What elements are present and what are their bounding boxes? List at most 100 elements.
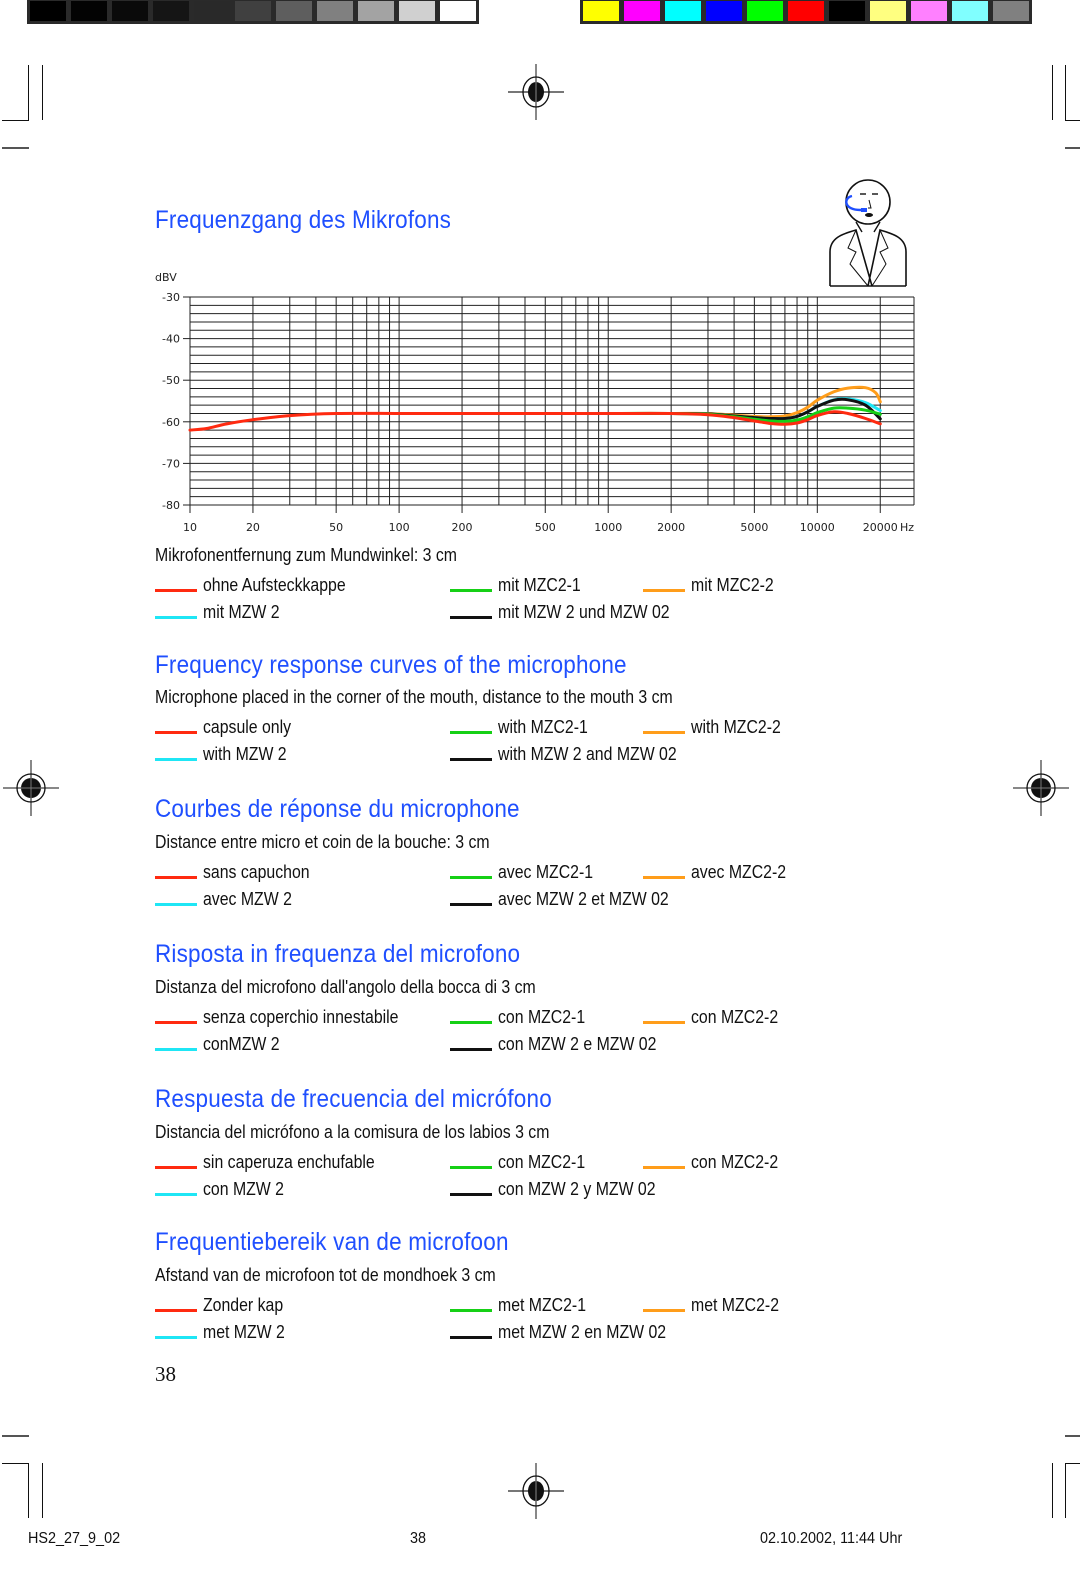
color-calibration-bar <box>580 0 1032 24</box>
legend-item-green: con MZC2-1 <box>450 1152 597 1173</box>
crop-mark <box>2 120 29 121</box>
calibration-swatch <box>358 1 394 21</box>
legend-line-swatch <box>450 1048 492 1051</box>
y-tick-label: -70 <box>162 457 180 470</box>
crop-mark <box>42 1463 43 1518</box>
legend-line-swatch <box>155 616 197 619</box>
legend-line-swatch <box>155 1336 197 1339</box>
legend-line-swatch <box>450 731 492 734</box>
x-axis-unit-label: Hz <box>900 521 914 534</box>
calibration-swatch <box>153 1 189 21</box>
legend-line-swatch <box>155 731 197 734</box>
legend-item-red: senza coperchio innestabile <box>155 1007 425 1028</box>
legend-label: con MZW 2 y MZW 02 <box>498 1179 656 1199</box>
legend-line-swatch <box>643 731 685 734</box>
calibration-swatch <box>583 1 619 21</box>
calibration-swatch <box>624 1 660 21</box>
crop-mark <box>2 1463 29 1464</box>
section-subline-it: Distanza del microfono dall'angolo della… <box>155 977 536 997</box>
x-tick-label: 50 <box>329 521 343 534</box>
legend-label: senza coperchio innestabile <box>203 1007 399 1027</box>
legend-line-swatch <box>643 1166 685 1169</box>
legend-line-swatch <box>450 1336 492 1339</box>
legend-label: ohne Aufsteckkappe <box>203 575 346 595</box>
legend-item-green: avec MZC2-1 <box>450 862 606 883</box>
legend-label: sans capuchon <box>203 862 310 882</box>
legend-line-swatch <box>450 1309 492 1312</box>
legend-line-swatch <box>155 589 197 592</box>
crop-mark <box>1065 65 1066 120</box>
x-tick-label: 20 <box>246 521 260 534</box>
legend-line-swatch <box>155 903 197 906</box>
legend-line-swatch <box>450 616 492 619</box>
legend-item-green: met MZC2-1 <box>450 1295 598 1316</box>
calibration-swatch <box>30 1 66 21</box>
legend-line-swatch <box>155 1048 197 1051</box>
registration-mark-top <box>508 64 564 120</box>
legend-line-swatch <box>155 876 197 879</box>
legend-line-swatch <box>643 876 685 879</box>
legend-item-red: sin caperuza enchufable <box>155 1152 398 1173</box>
legend-item-red: capsule only <box>155 717 303 738</box>
footer-timestamp: 02.10.2002, 11:44 Uhr <box>760 1530 903 1547</box>
section-heading-de: Frequenzgang des Mikrofons <box>155 206 452 234</box>
legend-label: con MZW 2 e MZW 02 <box>498 1034 657 1054</box>
y-tick-label: -60 <box>162 416 180 429</box>
legend-label: avec MZC2-2 <box>691 862 787 882</box>
legend-item-black: con MZW 2 y MZW 02 <box>450 1179 677 1200</box>
legend-item-cyan: avec MZW 2 <box>155 889 304 910</box>
section-subline-nl: Afstand van de microfoon tot de mondhoek… <box>155 1265 496 1285</box>
section-heading-es: Respuesta de frecuencia del micrófono <box>155 1085 552 1113</box>
x-tick-label: 10 <box>183 521 197 534</box>
legend-label: with MZW 2 <box>203 744 287 764</box>
section-heading-nl: Frequentiebereik van de microfoon <box>155 1228 509 1256</box>
crop-mark <box>1052 1463 1053 1518</box>
registration-mark-bottom <box>508 1463 564 1519</box>
section-subline-de: Mikrofonentfernung zum Mundwinkel: 3 cm <box>155 545 457 565</box>
calibration-swatch <box>71 1 107 21</box>
legend-label: conMZW 2 <box>203 1034 280 1054</box>
legend-line-swatch <box>450 1021 492 1024</box>
y-tick-label: -80 <box>162 499 180 512</box>
legend-item-green: con MZC2-1 <box>450 1007 597 1028</box>
footer-page-number: 38 <box>410 1530 427 1547</box>
calibration-swatch <box>993 1 1029 21</box>
calibration-swatch <box>788 1 824 21</box>
crop-mark <box>1065 147 1080 149</box>
section-heading-fr: Courbes de réponse du microphone <box>155 795 520 823</box>
crop-mark <box>1052 65 1053 120</box>
registration-mark-left <box>3 760 59 816</box>
crop-mark <box>2 1435 29 1437</box>
legend-line-swatch <box>450 758 492 761</box>
legend-line-swatch <box>155 1166 197 1169</box>
legend-item-orange: con MZC2-2 <box>643 1007 790 1028</box>
legend-item-green: mit MZC2-1 <box>450 575 592 596</box>
x-tick-label: 1000 <box>594 521 622 534</box>
x-tick-label: 100 <box>389 521 410 534</box>
legend-label: capsule only <box>203 717 292 737</box>
legend-label: avec MZW 2 <box>203 889 292 909</box>
calibration-swatch <box>870 1 906 21</box>
calibration-swatch <box>665 1 701 21</box>
calibration-swatch <box>235 1 271 21</box>
y-tick-label: -50 <box>162 374 180 387</box>
legend-label: Zonder kap <box>203 1295 284 1315</box>
legend-item-orange: avec MZC2-2 <box>643 862 799 883</box>
legend-item-black: met MZW 2 en MZW 02 <box>450 1322 689 1343</box>
calibration-swatch <box>276 1 312 21</box>
calibration-swatch <box>952 1 988 21</box>
legend-line-swatch <box>155 758 197 761</box>
legend-line-swatch <box>450 1166 492 1169</box>
crop-mark <box>1065 1463 1066 1518</box>
y-axis-label: dBV <box>155 271 177 284</box>
section-subline-fr: Distance entre micro et coin de la bouch… <box>155 832 490 852</box>
x-tick-label: 200 <box>452 521 473 534</box>
registration-mark-right <box>1013 760 1069 816</box>
legend-line-swatch <box>155 1193 197 1196</box>
x-tick-label: 10000 <box>800 521 835 534</box>
legend-label: sin caperuza enchufable <box>203 1152 375 1172</box>
section-subline-en: Microphone placed in the corner of the m… <box>155 687 673 707</box>
legend-line-swatch <box>643 1021 685 1024</box>
legend-item-red: Zonder kap <box>155 1295 294 1316</box>
section-heading-en: Frequency response curves of the microph… <box>155 651 627 679</box>
